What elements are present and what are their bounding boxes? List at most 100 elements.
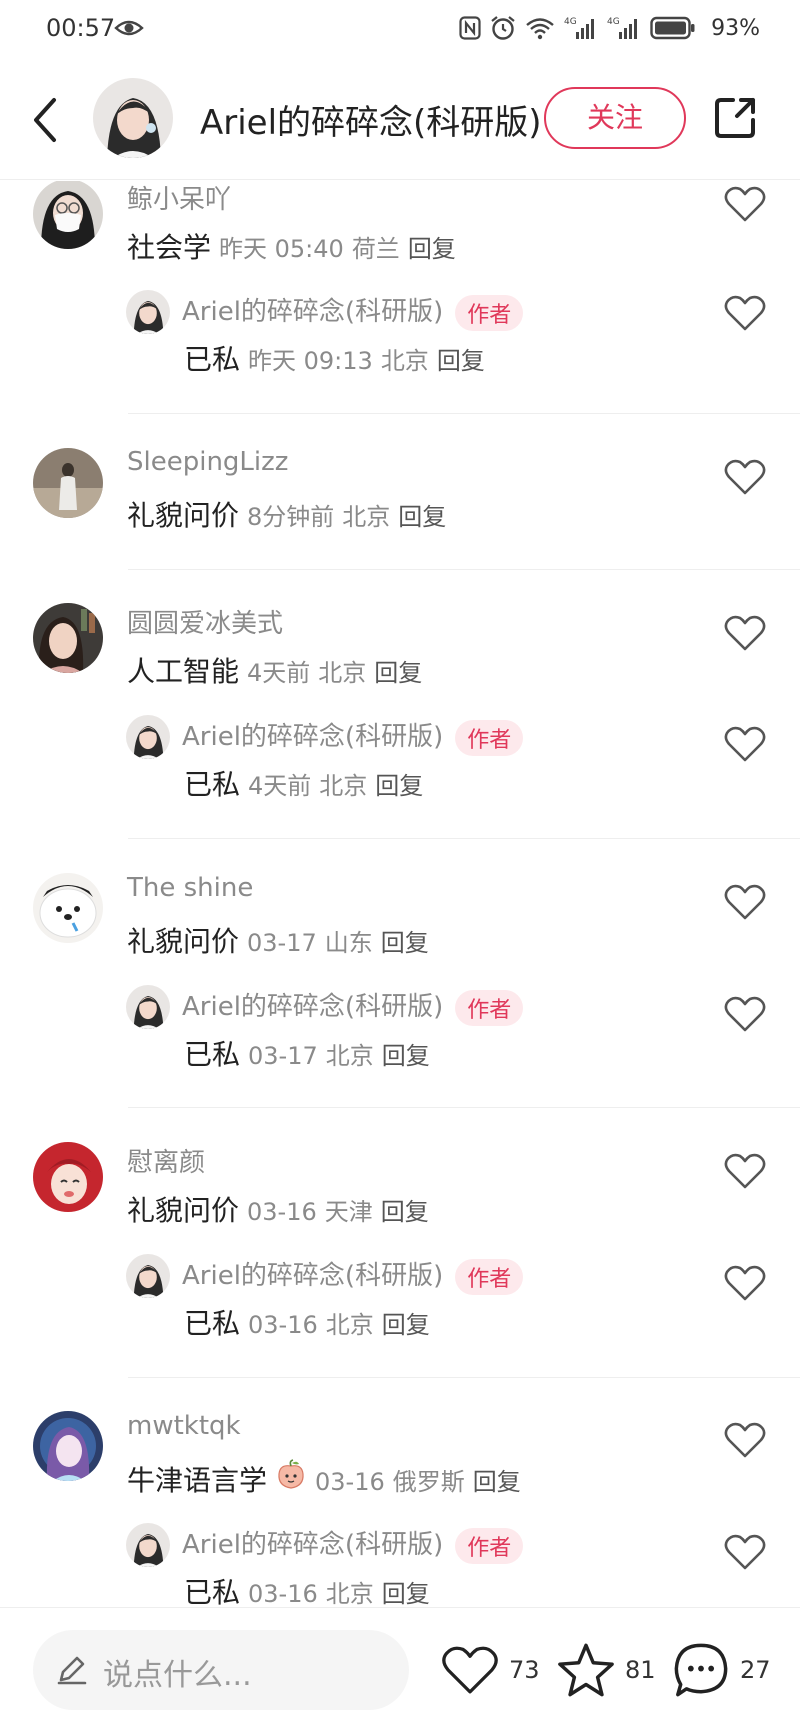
reply-author-name[interactable]: Ariel的碎碎念(科研版) 作者	[182, 291, 524, 331]
reply-button[interactable]: 回复	[374, 653, 422, 688]
author-badge: 作者	[455, 294, 524, 331]
comment-text: 礼貌问价	[127, 499, 240, 532]
reply-button[interactable]: 回复	[382, 1574, 430, 1607]
4g-signal-icon: 4G	[607, 17, 638, 39]
heart-icon[interactable]	[724, 1533, 766, 1571]
reply-text: 已私	[184, 1038, 241, 1071]
comment-count-button[interactable]: 27	[672, 1638, 771, 1702]
reply-author-name[interactable]: Ariel的碎碎念(科研版) 作者	[182, 1255, 524, 1295]
reply-author-name[interactable]: Ariel的碎碎念(科研版) 作者	[182, 986, 524, 1026]
heart-icon[interactable]	[724, 185, 766, 223]
reply-text: 已私	[184, 768, 241, 801]
reply-body: 已私 03-16 北京 回复	[184, 1571, 430, 1607]
comment-time: 4天前	[247, 659, 311, 687]
comment-bubble-icon	[674, 1643, 728, 1697]
favorite-button[interactable]: 81	[557, 1638, 656, 1702]
comment-list: 鲸小呆吖 社会学 昨天 05:40 荷兰 回复 Ariel的碎碎念(科研版) 作者…	[0, 181, 800, 1607]
commenter-avatar[interactable]	[33, 603, 103, 673]
author-avatar[interactable]	[126, 985, 170, 1029]
reply-location: 北京	[380, 347, 429, 375]
comment-body: 社会学 昨天 05:40 荷兰 回复	[127, 226, 456, 266]
reply-button[interactable]: 回复	[398, 497, 446, 532]
eye-icon	[114, 20, 144, 36]
reply-button[interactable]: 回复	[408, 229, 456, 264]
reply-author-label: Ariel的碎碎念(科研版)	[182, 297, 444, 327]
reply-time: 03-16	[248, 1311, 318, 1339]
commenter-avatar[interactable]	[33, 1411, 103, 1481]
reply-button[interactable]: 回复	[473, 1462, 521, 1497]
reply-button[interactable]: 回复	[381, 1192, 429, 1227]
comment-location: 山东	[324, 929, 373, 957]
bottom-action-bar: 说点什么... 73 81 27	[0, 1607, 800, 1733]
commenter-avatar[interactable]	[33, 1142, 103, 1212]
commenter-name[interactable]: mwtktqk	[127, 1411, 241, 1441]
comment-text: 社会学	[127, 231, 212, 264]
divider	[128, 413, 800, 414]
reply-location: 北京	[325, 1042, 374, 1070]
author-avatar[interactable]	[93, 78, 173, 158]
reply-author-name[interactable]: Ariel的碎碎念(科研版) 作者	[182, 716, 524, 756]
comment-body: 礼貌问价 03-16 天津 回复	[127, 1189, 429, 1229]
author-avatar[interactable]	[126, 1523, 170, 1567]
heart-icon[interactable]	[724, 883, 766, 921]
divider	[128, 838, 800, 839]
reply-author-label: Ariel的碎碎念(科研版)	[182, 1530, 444, 1560]
comment-time: 8分钟前	[247, 503, 335, 531]
comment-location: 北京	[342, 503, 391, 531]
author-badge: 作者	[455, 719, 524, 756]
reply-button[interactable]: 回复	[382, 1036, 430, 1071]
heart-icon[interactable]	[724, 725, 766, 763]
commenter-avatar[interactable]	[33, 448, 103, 518]
heart-icon[interactable]	[724, 1421, 766, 1459]
reply-button[interactable]: 回复	[382, 1305, 430, 1340]
like-button[interactable]: 73	[441, 1638, 540, 1702]
battery-icon	[650, 16, 695, 40]
comment-location: 俄罗斯	[392, 1468, 465, 1496]
heart-icon[interactable]	[724, 1152, 766, 1190]
4g-signal-icon: 4G	[564, 17, 595, 39]
comment-body: 礼貌问价 03-17 山东 回复	[127, 920, 429, 960]
reply-time: 03-17	[248, 1042, 318, 1070]
comment-time: 昨天 05:40	[219, 235, 344, 263]
comment-input-placeholder: 说点什么...	[103, 1658, 252, 1693]
reply-location: 北京	[319, 772, 368, 800]
reply-body: 已私 03-17 北京 回复	[184, 1033, 430, 1073]
author-badge: 作者	[455, 989, 524, 1026]
commenter-name[interactable]: SleepingLizz	[127, 447, 288, 477]
author-avatar[interactable]	[126, 1254, 170, 1298]
follow-button[interactable]: 关注	[544, 87, 686, 149]
status-bar: 00:57 4G 4G 93%	[0, 0, 800, 60]
comment-text: 人工智能	[127, 655, 240, 688]
commenter-name[interactable]: 圆圆爱冰美式	[127, 603, 283, 640]
comment-location: 荷兰	[351, 235, 400, 263]
reply-button[interactable]: 回复	[437, 341, 485, 376]
reply-location: 北京	[325, 1580, 374, 1607]
chevron-left-icon[interactable]	[28, 94, 64, 146]
battery-percent: 93%	[711, 15, 760, 41]
heart-icon[interactable]	[724, 1264, 766, 1302]
commenter-name[interactable]: 鲸小呆吖	[127, 181, 231, 216]
comment-time: 03-16	[315, 1468, 385, 1496]
heart-icon[interactable]	[724, 458, 766, 496]
commenter-avatar[interactable]	[33, 181, 103, 249]
peach-emoji-icon	[278, 1459, 304, 1489]
reply-author-name[interactable]: Ariel的碎碎念(科研版) 作者	[182, 1524, 524, 1564]
heart-icon[interactable]	[724, 614, 766, 652]
heart-icon[interactable]	[724, 294, 766, 332]
reply-button[interactable]: 回复	[381, 923, 429, 958]
share-icon[interactable]	[713, 94, 759, 140]
star-icon	[558, 1643, 614, 1697]
heart-icon[interactable]	[724, 995, 766, 1033]
reply-body: 已私 昨天 09:13 北京 回复	[184, 338, 485, 378]
comment-input[interactable]: 说点什么...	[33, 1630, 409, 1710]
author-avatar[interactable]	[126, 715, 170, 759]
author-avatar[interactable]	[126, 290, 170, 334]
post-header: Ariel的碎碎念(科研版) 关注	[0, 60, 800, 180]
commenter-name[interactable]: The shine	[127, 873, 253, 903]
author-badge: 作者	[455, 1258, 524, 1295]
reply-button[interactable]: 回复	[375, 766, 423, 801]
reply-author-label: Ariel的碎碎念(科研版)	[182, 1261, 444, 1291]
heart-icon	[442, 1646, 498, 1694]
commenter-avatar[interactable]	[33, 873, 103, 943]
commenter-name[interactable]: 慰离颜	[127, 1142, 205, 1179]
